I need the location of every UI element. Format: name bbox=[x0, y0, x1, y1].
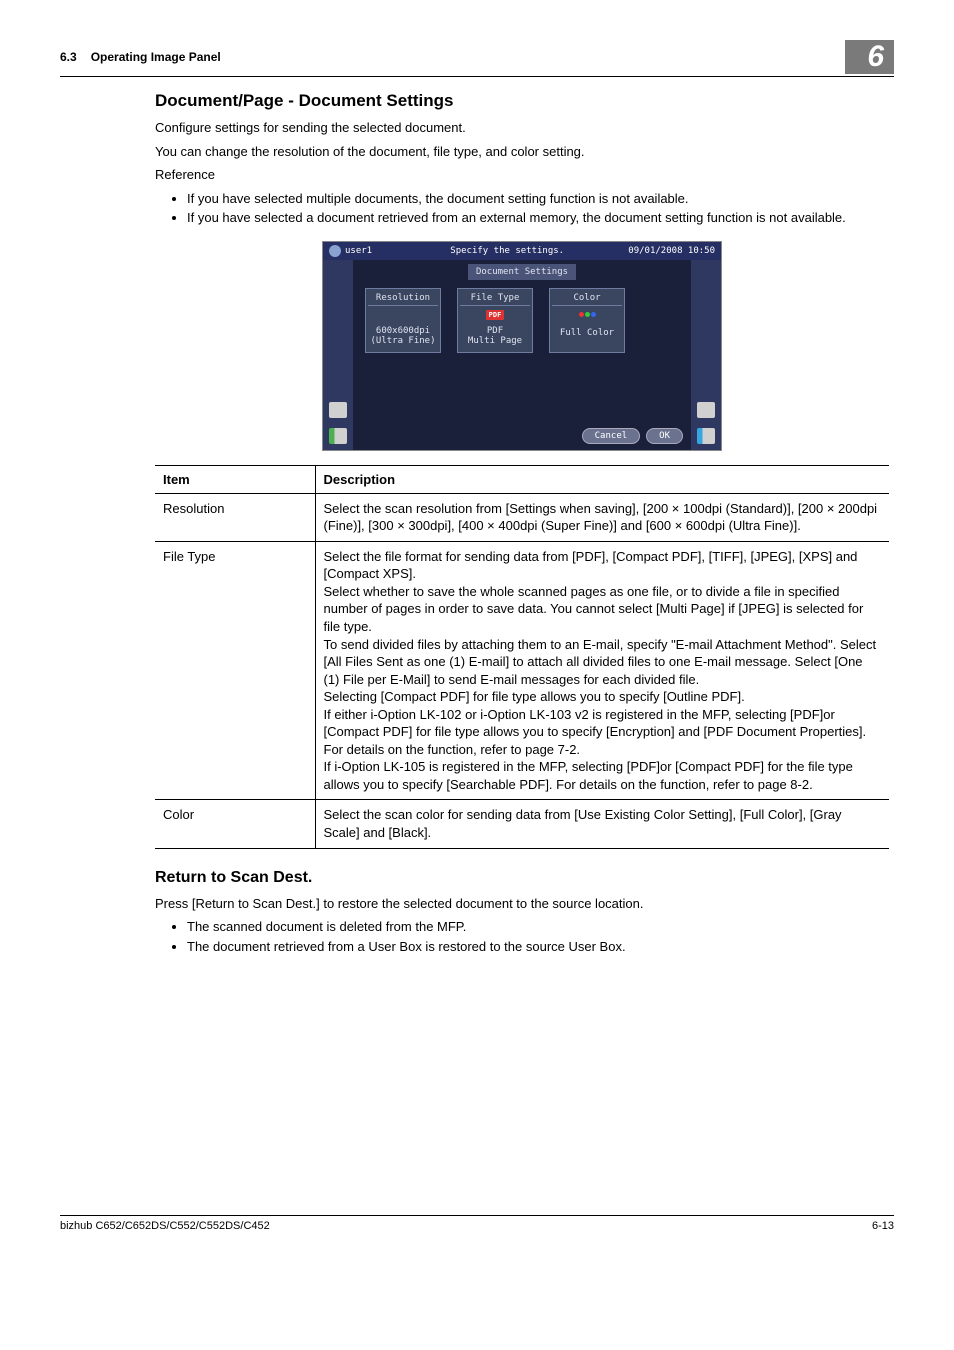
chapter-number: 6 bbox=[845, 40, 894, 74]
table-cell-desc: Select the scan resolution from [Setting… bbox=[315, 493, 889, 541]
return-item: The scanned document is deleted from the… bbox=[187, 918, 889, 936]
tile-value: PDF bbox=[460, 326, 530, 336]
table-header-description: Description bbox=[315, 465, 889, 493]
right-nav-icon[interactable] bbox=[697, 402, 715, 418]
user-label: user1 bbox=[345, 246, 372, 256]
panel-tab-document-settings[interactable]: Document Settings bbox=[468, 264, 576, 280]
table-row: Color Select the scan color for sending … bbox=[155, 800, 889, 848]
cancel-button[interactable]: Cancel bbox=[582, 428, 641, 444]
table-cell-item: File Type bbox=[155, 541, 315, 800]
mfp-panel-screenshot: user1 Specify the settings. 09/01/2008 1… bbox=[322, 241, 722, 451]
panel-message: Specify the settings. bbox=[386, 246, 628, 256]
left-nav-icon[interactable] bbox=[329, 402, 347, 418]
color-icon bbox=[579, 312, 596, 326]
footer-page: 6-13 bbox=[872, 1220, 894, 1232]
tile-color[interactable]: Color Full Color bbox=[549, 288, 625, 353]
page-header: 6.3 Operating Image Panel 6 bbox=[60, 40, 894, 77]
table-row: Resolution Select the scan resolution fr… bbox=[155, 493, 889, 541]
footer-model: bizhub C652/C652DS/C552/C552DS/C452 bbox=[60, 1220, 270, 1232]
reference-item: If you have selected multiple documents,… bbox=[187, 190, 889, 208]
tile-resolution[interactable]: Resolution 600x600dpi (Ultra Fine) bbox=[365, 288, 441, 353]
tile-value: Multi Page bbox=[460, 336, 530, 346]
pdf-icon: PDF bbox=[486, 310, 505, 320]
intro-text-1: Configure settings for sending the selec… bbox=[155, 119, 889, 137]
intro-text-2: You can change the resolution of the doc… bbox=[155, 143, 889, 161]
section-number: 6.3 bbox=[60, 50, 77, 64]
return-item: The document retrieved from a User Box i… bbox=[187, 938, 889, 956]
reference-label: Reference bbox=[155, 166, 889, 184]
tile-value: Full Color bbox=[552, 328, 622, 338]
tile-file-type[interactable]: File Type PDF PDF Multi Page bbox=[457, 288, 533, 353]
heading-document-settings: Document/Page - Document Settings bbox=[155, 91, 889, 111]
tile-value: 600x600dpi bbox=[368, 326, 438, 336]
table-row: File Type Select the file format for sen… bbox=[155, 541, 889, 800]
reference-list: If you have selected multiple documents,… bbox=[155, 190, 889, 227]
settings-table: Item Description Resolution Select the s… bbox=[155, 465, 889, 849]
tile-title: File Type bbox=[460, 293, 530, 306]
tile-title: Resolution bbox=[368, 293, 438, 306]
tile-value: (Ultra Fine) bbox=[368, 336, 438, 346]
return-text: Press [Return to Scan Dest.] to restore … bbox=[155, 895, 889, 913]
table-cell-item: Resolution bbox=[155, 493, 315, 541]
table-header-item: Item bbox=[155, 465, 315, 493]
left-nav-icon[interactable] bbox=[329, 428, 347, 444]
reference-item: If you have selected a document retrieve… bbox=[187, 209, 889, 227]
section-title: Operating Image Panel bbox=[91, 50, 846, 64]
table-cell-item: Color bbox=[155, 800, 315, 848]
return-list: The scanned document is deleted from the… bbox=[155, 918, 889, 955]
user-icon bbox=[329, 245, 341, 257]
table-cell-desc: Select the scan color for sending data f… bbox=[315, 800, 889, 848]
ok-button[interactable]: OK bbox=[646, 428, 683, 444]
right-nav-icon[interactable] bbox=[697, 428, 715, 444]
heading-return-scan-dest: Return to Scan Dest. bbox=[155, 869, 889, 887]
panel-datetime: 09/01/2008 10:50 bbox=[628, 246, 715, 256]
page-footer: bizhub C652/C652DS/C552/C552DS/C452 6-13 bbox=[60, 1215, 894, 1232]
tile-title: Color bbox=[552, 293, 622, 306]
table-cell-desc: Select the file format for sending data … bbox=[315, 541, 889, 800]
